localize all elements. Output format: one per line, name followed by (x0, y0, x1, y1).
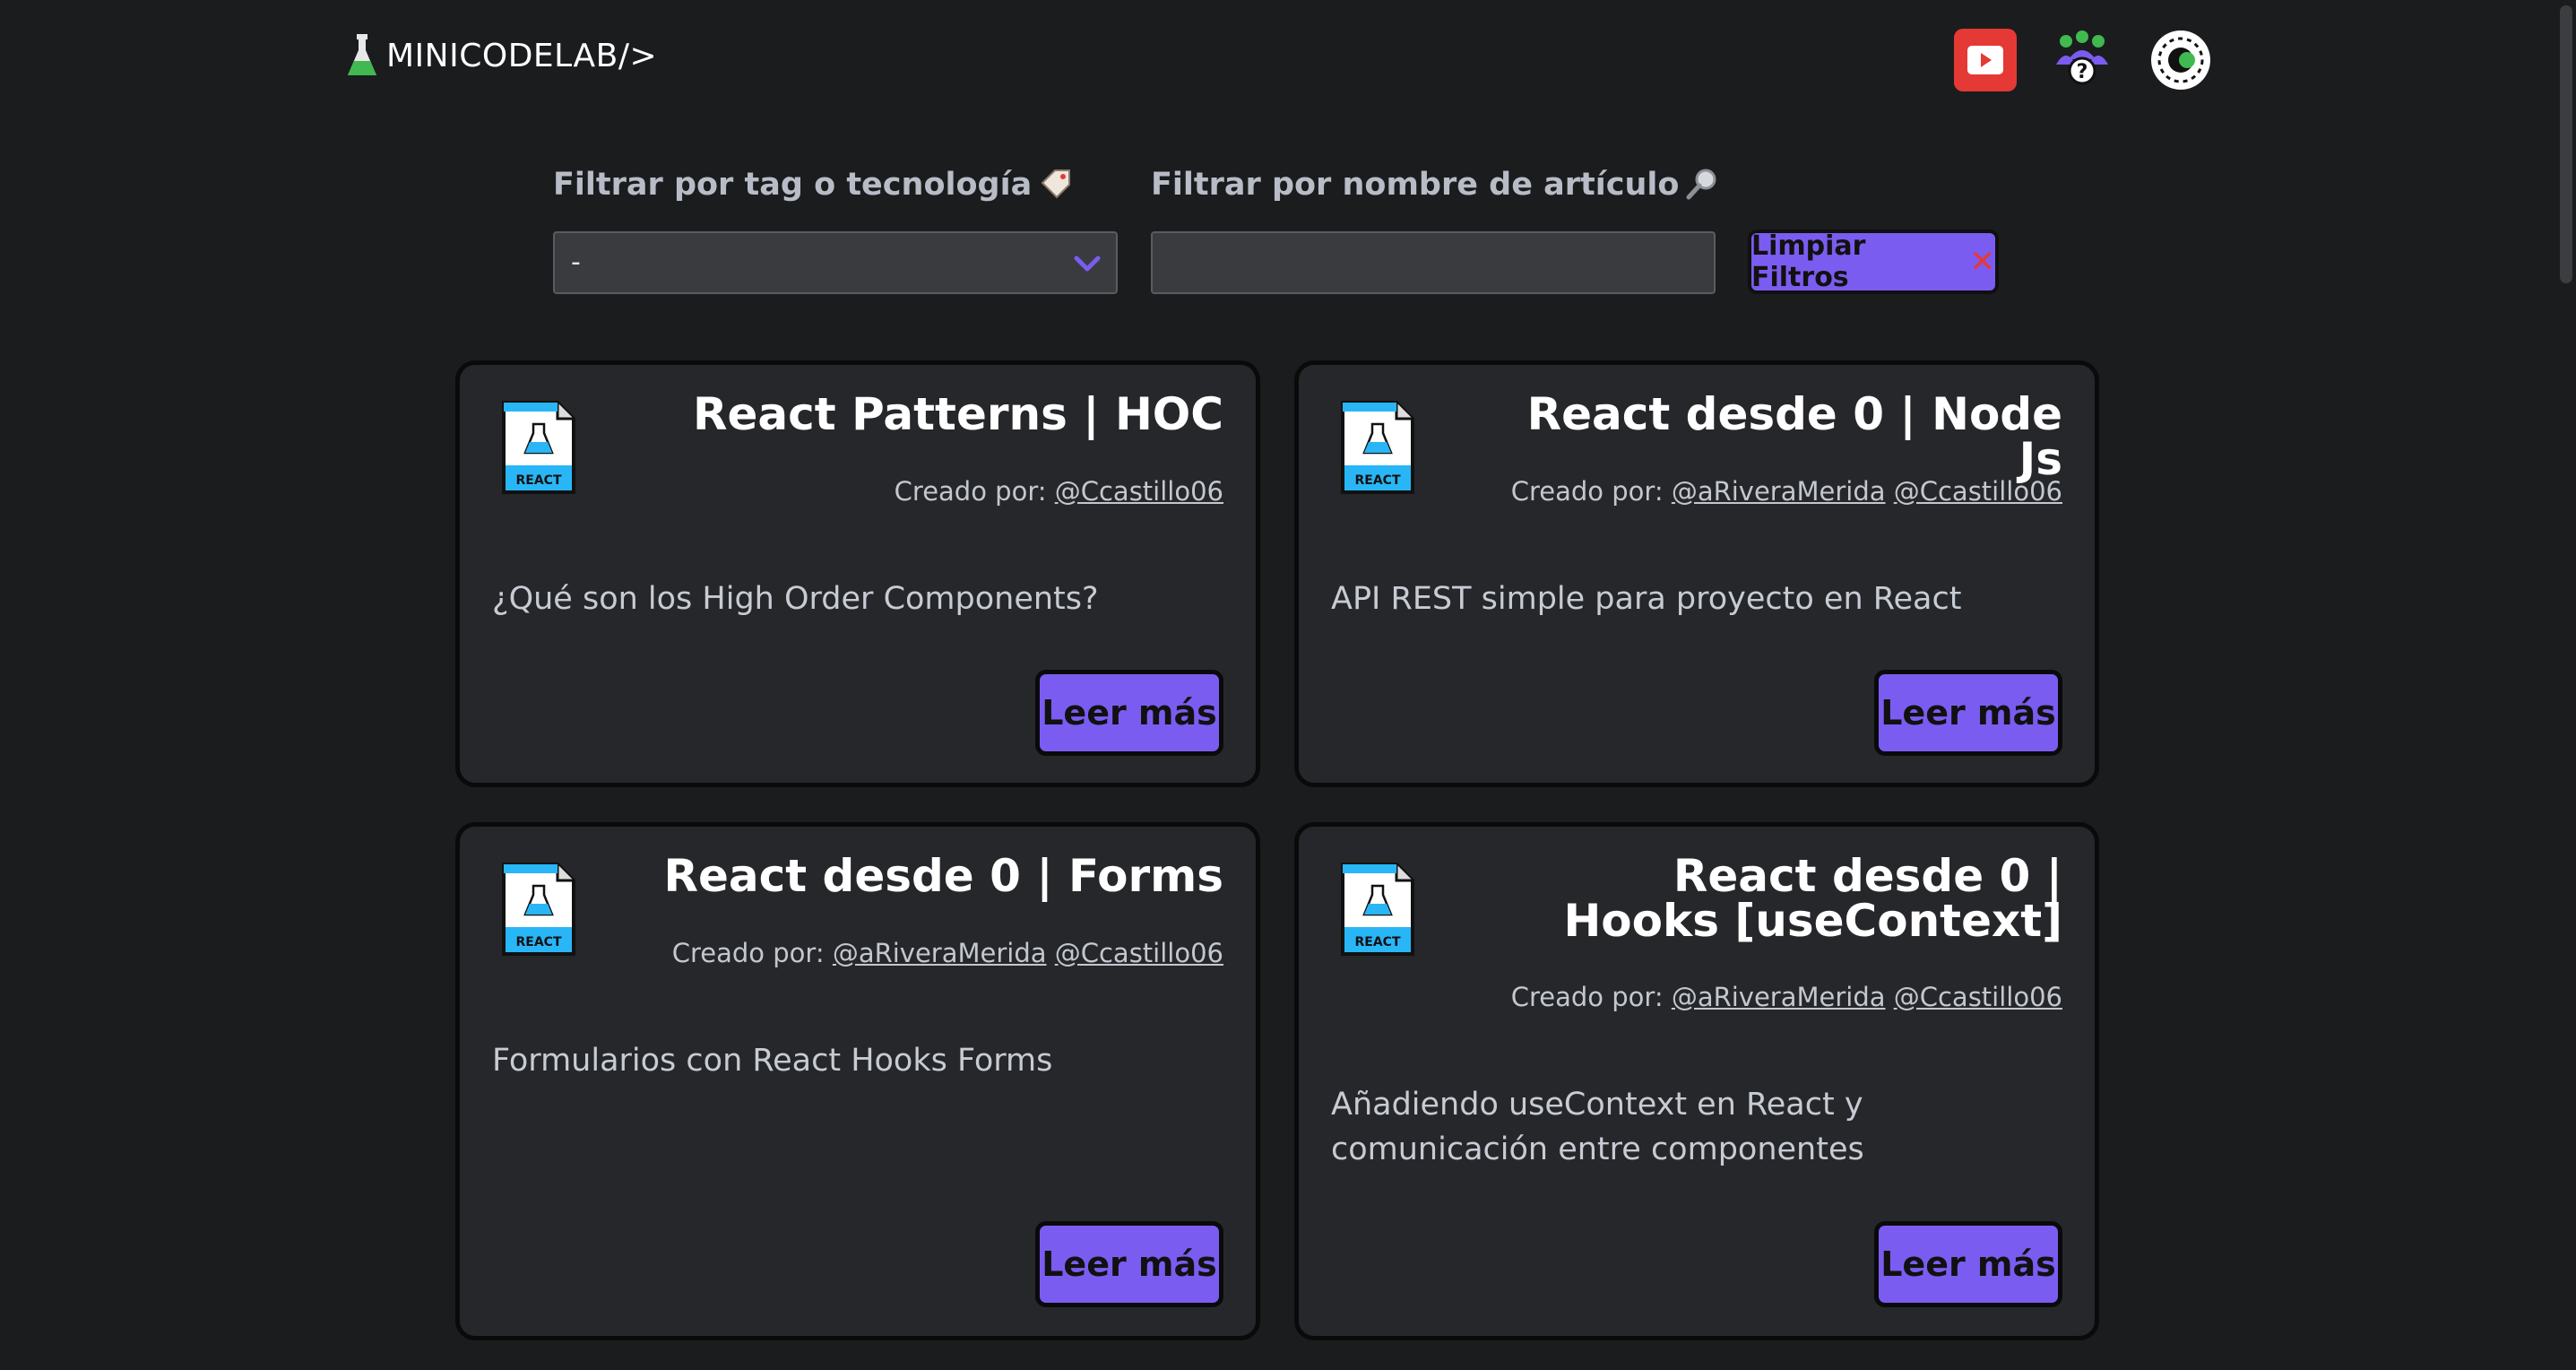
name-filter-label-text: Filtrar por nombre de artículo (1151, 167, 1680, 203)
card-description: Formularios con React Hooks Forms (492, 1043, 1053, 1079)
read-more-button[interactable]: Leer más (1035, 1221, 1223, 1307)
author-prefix: Creado por: (1510, 982, 1664, 1012)
community-help-icon: ? (2056, 30, 2108, 85)
react-doc-icon: REACT (1341, 401, 1414, 494)
article-card: REACT React Patterns | HOC Creado por: @… (455, 360, 1260, 787)
svg-text:?: ? (2077, 61, 2088, 83)
react-logo-label: REACT (515, 473, 561, 488)
read-more-button[interactable]: Leer más (1874, 670, 2062, 756)
card-title: React desde 0 | Hooks [useContext] (1563, 850, 2062, 947)
tag-select-value: - (571, 247, 581, 278)
author-link[interactable]: @Ccastillo06 (1055, 476, 1223, 507)
author-prefix: Creado por: (894, 476, 1047, 507)
card-title: React desde 0 | Node Js (1526, 388, 2062, 485)
card-description: API REST simple para proyecto en React (1331, 581, 1962, 617)
clear-filters-button[interactable]: Limpiar Filtros ✕ (1748, 230, 1999, 294)
react-doc-icon: REACT (502, 401, 575, 494)
theme-toggle[interactable] (2149, 29, 2212, 91)
card-authors: Creado por: @Ccastillo06 (895, 476, 1223, 507)
card-authors: Creado por: @aRiveraMerida @Ccastillo06 (1511, 982, 2062, 1012)
card-description: Añadiendo useContext en React y comunica… (1331, 1087, 1864, 1167)
name-filter-label: Filtrar por nombre de artículo (1151, 167, 1720, 203)
card-description: ¿Qué son los High Order Components? (492, 581, 1099, 617)
read-more-button[interactable]: Leer más (1035, 670, 1223, 756)
tag-icon (1041, 169, 1071, 199)
youtube-icon (1954, 29, 2017, 91)
close-icon: ✕ (1969, 244, 1996, 280)
theme-toggle-icon (2151, 30, 2210, 90)
react-logo-label: REACT (1354, 935, 1400, 949)
tag-filter-label: Filtrar por tag o tecnología (553, 167, 1073, 203)
brand-logo-link[interactable]: MINICODELAB/> (345, 30, 657, 81)
tag-select[interactable]: - (553, 231, 1118, 294)
read-more-button[interactable]: Leer más (1874, 1221, 2062, 1307)
scrollbar-thumb[interactable] (2560, 5, 2572, 283)
clear-filters-label: Limpiar Filtros (1751, 230, 1866, 293)
react-doc-icon: REACT (1341, 863, 1414, 956)
card-authors: Creado por: @aRiveraMerida @Ccastillo06 (672, 938, 1223, 968)
article-card: REACT React desde 0 | Forms Creado por: … (455, 822, 1260, 1340)
navbar: MINICODELAB/> ? (0, 0, 2576, 126)
card-title: React Patterns | HOC (693, 388, 1223, 440)
react-logo-label: REACT (1354, 473, 1400, 488)
article-card: REACT React desde 0 | Hooks [useContext]… (1294, 822, 2099, 1340)
flask-icon (348, 34, 376, 75)
tag-filter-label-text: Filtrar por tag o tecnología (553, 167, 1033, 203)
filters-bar: Filtrar por tag o tecnología Filtrar por… (553, 167, 2005, 301)
author-prefix: Creado por: (1510, 476, 1664, 507)
author-link[interactable]: @Ccastillo06 (1894, 982, 2062, 1012)
youtube-link[interactable] (1954, 29, 2017, 91)
card-title: React desde 0 | Forms (663, 850, 1223, 902)
author-link[interactable]: @Ccastillo06 (1894, 476, 2062, 507)
author-link[interactable]: @aRiveraMerida (1672, 982, 1886, 1012)
author-link[interactable]: @aRiveraMerida (833, 938, 1047, 968)
page-scrollbar[interactable] (2556, 0, 2576, 1370)
react-doc-icon: REACT (502, 863, 575, 956)
chevron-down-icon (1074, 256, 1101, 272)
react-logo-label: REACT (515, 935, 561, 949)
author-link[interactable]: @Ccastillo06 (1055, 938, 1223, 968)
community-link[interactable]: ? (2051, 29, 2114, 91)
author-link[interactable]: @aRiveraMerida (1672, 476, 1886, 507)
card-authors: Creado por: @aRiveraMerida @Ccastillo06 (1511, 476, 2062, 507)
name-search-input[interactable] (1151, 231, 1716, 294)
magnifier-icon (1686, 169, 1716, 200)
author-prefix: Creado por: (671, 938, 825, 968)
brand-name: MINICODELAB/> (386, 37, 658, 74)
article-card: REACT React desde 0 | Node Js Creado por… (1294, 360, 2099, 787)
